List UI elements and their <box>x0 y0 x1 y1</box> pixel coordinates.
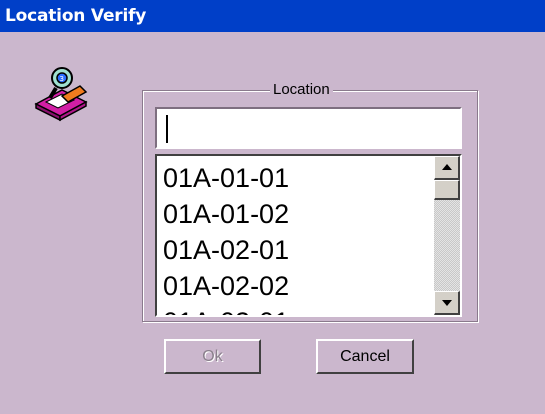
text-caret <box>166 115 168 143</box>
location-scanner-icon: 3 <box>32 66 90 122</box>
location-list: 01A-01-01 01A-01-02 01A-02-01 01A-02-02 … <box>163 160 433 315</box>
location-group-label: Location <box>270 81 333 99</box>
ok-button[interactable]: Ok <box>164 339 261 374</box>
cancel-button[interactable]: Cancel <box>316 339 414 374</box>
location-input[interactable] <box>155 107 462 149</box>
vertical-scrollbar[interactable] <box>434 156 460 315</box>
scroll-up-button[interactable] <box>434 156 460 180</box>
list-item[interactable]: 01A-03-01 <box>163 304 433 315</box>
location-listbox[interactable]: 01A-01-01 01A-01-02 01A-02-01 01A-02-02 … <box>155 154 462 317</box>
scroll-thumb[interactable] <box>434 180 460 200</box>
list-item[interactable]: 01A-02-02 <box>163 268 433 304</box>
scroll-down-button[interactable] <box>434 291 460 315</box>
list-item[interactable]: 01A-01-01 <box>163 160 433 196</box>
svg-text:3: 3 <box>60 75 64 83</box>
arrow-up-icon <box>442 164 452 170</box>
location-verify-dialog: Location Verify 3 Location 01A-01-01 01A… <box>0 0 545 414</box>
list-item[interactable]: 01A-01-02 <box>163 196 433 232</box>
title-bar: Location Verify <box>0 0 545 32</box>
arrow-down-icon <box>442 300 452 306</box>
window-title: Location Verify <box>5 6 147 26</box>
list-item[interactable]: 01A-02-01 <box>163 232 433 268</box>
